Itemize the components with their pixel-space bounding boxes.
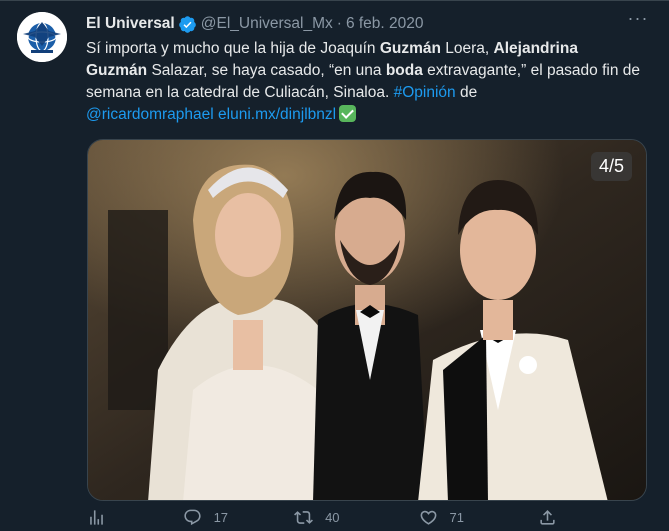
text-bold: Alejandrina [493,40,578,57]
like-button[interactable]: 71 [419,508,538,527]
mention-link[interactable]: @ricardomraphael eluni.mx/dinjlbnzl [86,106,336,123]
tweet-text: Sí importa y mucho que la hija de Joaquí… [86,38,646,126]
account-avatar[interactable] [17,12,67,62]
like-icon [419,508,438,527]
retweet-icon [294,508,314,527]
reply-count: 17 [213,509,229,525]
text-bold: boda [385,62,423,79]
like-count: 71 [449,509,464,525]
verified-badge-icon [178,15,197,34]
account-name[interactable]: El Universal [86,15,175,33]
reply-icon [183,508,202,527]
retweet-count: 40 [325,509,340,525]
tweet-photo[interactable]: 4/5 [87,139,647,501]
el-universal-logo [17,12,67,62]
text-segment: Sí importa y mucho que la hija de Joaquí… [86,40,380,57]
text-segment: de [455,84,478,101]
text-segment: Loera, [440,40,494,57]
photo-counter: 4/5 [590,152,632,181]
hashtag-link[interactable]: #Opinión [394,84,456,101]
separator-dot: · [336,15,342,32]
account-handle[interactable]: @El_Universal_Mx [201,15,333,33]
tweet-header: El Universal @El_Universal_Mx · 6 feb. 2… [86,13,629,35]
analytics-button[interactable] [87,508,183,527]
tweet-date[interactable]: 6 feb. 2020 [346,15,424,33]
text-bold: Guzmán [86,62,148,79]
check-emoji-icon [339,105,357,122]
wedding-photo-image [88,140,646,500]
text-bold: Guzmán [379,40,441,57]
more-icon[interactable]: ··· [627,9,649,33]
tweet-actions: 17 40 71 [87,505,557,529]
analytics-icon [87,508,106,527]
retweet-button[interactable]: 40 [294,508,418,527]
share-button[interactable] [538,508,557,527]
tweet[interactable]: El Universal @El_Universal_Mx · 6 feb. 2… [0,0,669,531]
reply-button[interactable]: 17 [183,508,295,527]
share-icon [538,508,557,527]
text-segment: Salazar, se haya casado, “en una [147,62,386,79]
